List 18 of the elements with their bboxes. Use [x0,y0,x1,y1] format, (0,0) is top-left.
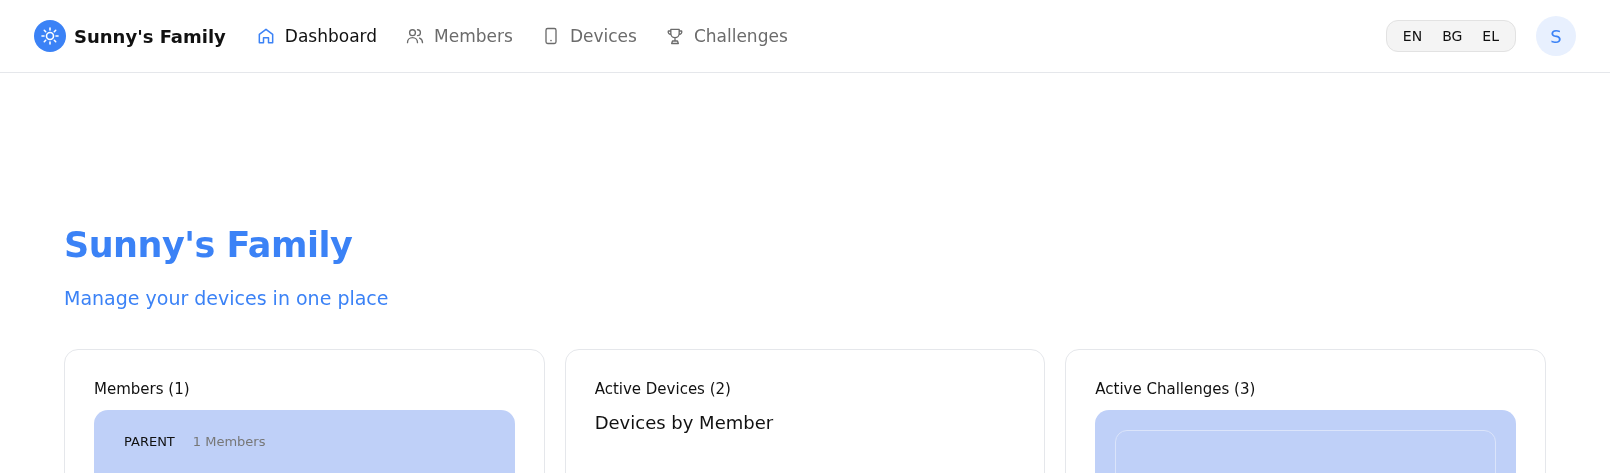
brand-name: Sunny's Family [74,25,226,47]
language-button[interactable]: EL [1472,28,1509,44]
nav-link[interactable]: Dashboard [255,26,378,46]
nav-link[interactable]: Challenges [664,26,788,46]
role-label: PARENT [124,434,175,449]
section-heading: Devices by Member [594,412,775,433]
card-title: Active Challenges (3) [1095,380,1257,398]
nav-link[interactable]: Members [405,26,513,46]
member-count: 1 Members [192,434,266,449]
page-subtitle: Manage your devices in one place [64,287,390,309]
language-button[interactable]: BG [1432,28,1473,44]
nav-link[interactable]: Devices [540,26,637,46]
language-button[interactable]: EN [1392,28,1433,44]
card-title: Active Devices (2) [594,380,732,398]
card-title: Members (1) [94,380,191,398]
page-title: Sunny's Family [64,225,354,265]
sun-icon [34,20,66,52]
users-icon [405,26,426,46]
